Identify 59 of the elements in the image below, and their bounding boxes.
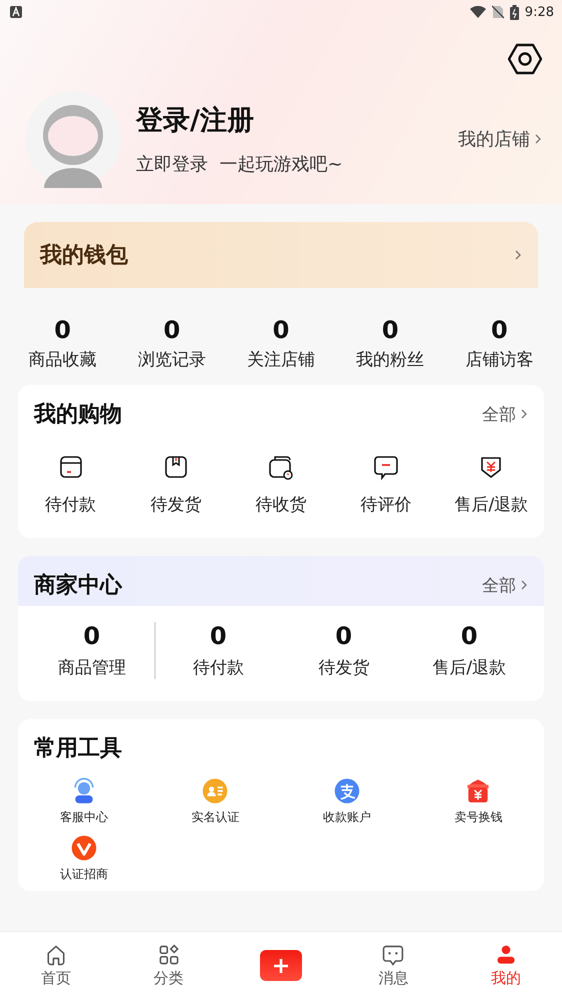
plus-icon: [272, 958, 289, 974]
merchant-count[interactable]: 0: [335, 622, 352, 650]
battery-icon: [510, 4, 519, 20]
section-title: 商家中心: [34, 572, 122, 600]
merchant-count[interactable]: 0: [83, 622, 100, 650]
stat-count[interactable]: 0: [272, 316, 290, 344]
v-badge-icon[interactable]: [70, 834, 98, 862]
order-label[interactable]: 待付款: [45, 493, 96, 516]
publish-button[interactable]: [260, 950, 302, 981]
merchant-label[interactable]: 售后/退款: [432, 656, 506, 679]
stat-count[interactable]: 0: [382, 316, 399, 344]
login-title[interactable]: 登录/注册: [136, 102, 444, 138]
wallet-card[interactable]: 我的钱包: [24, 222, 538, 288]
grid-icon: [156, 943, 181, 967]
chevron-right-icon: [514, 249, 522, 261]
tool-label[interactable]: 客服中心: [60, 809, 108, 826]
order-label[interactable]: 待收货: [255, 493, 306, 516]
tab-item[interactable]: 消息: [337, 932, 450, 999]
chevron-right-icon: [520, 579, 528, 591]
merchant-count[interactable]: 0: [460, 622, 478, 650]
stat-label[interactable]: 我的粉丝: [356, 348, 424, 371]
tool-label[interactable]: 卖号换钱: [454, 809, 502, 826]
tool-label[interactable]: 收款账户: [322, 809, 371, 826]
chevron-right-icon: [520, 408, 528, 420]
order-label[interactable]: 待发货: [150, 493, 202, 516]
tab-item[interactable]: 我的: [450, 932, 562, 999]
comment-icon[interactable]: [372, 453, 400, 481]
tool-label[interactable]: 认证招商: [60, 866, 108, 883]
order-label[interactable]: 售后/退款: [454, 493, 528, 516]
stat-label[interactable]: 关注店铺: [246, 348, 315, 371]
merchant-label[interactable]: 待付款: [192, 656, 244, 679]
merchant-count[interactable]: 0: [210, 622, 227, 650]
tab-item[interactable]: 分类: [112, 932, 225, 999]
stat-label[interactable]: 店铺访客: [465, 348, 534, 371]
chat-icon: [381, 943, 406, 967]
stat-label[interactable]: 商品收藏: [28, 348, 97, 371]
view-all-link[interactable]: 全部: [482, 402, 528, 426]
merchant-label[interactable]: 待发货: [318, 656, 370, 679]
payment-icon[interactable]: [332, 777, 361, 805]
section-title: 常用工具: [34, 735, 122, 763]
order-label[interactable]: 待评价: [360, 493, 412, 516]
merchant-label[interactable]: 商品管理: [58, 656, 126, 679]
stat-count[interactable]: 0: [491, 316, 508, 344]
stat-count[interactable]: 0: [163, 316, 180, 344]
stat-label[interactable]: 浏览记录: [138, 348, 206, 371]
tab-item[interactable]: 首页: [0, 932, 112, 999]
wifi-icon: [470, 6, 486, 18]
section-title: 我的购物: [34, 401, 122, 429]
login-subtitle: 立即登录 一起玩游戏吧~: [136, 153, 344, 176]
tool-label[interactable]: 实名认证: [191, 809, 240, 826]
clock-time: 9:28: [524, 4, 554, 20]
view-all-link[interactable]: 全部: [482, 574, 528, 596]
stat-count[interactable]: 0: [54, 316, 71, 344]
wallet-title: 我的钱包: [40, 242, 128, 270]
settings-icon[interactable]: [508, 43, 542, 75]
chevron-right-icon: [534, 133, 542, 145]
my-shop-link[interactable]: 我的店铺: [458, 127, 542, 151]
keyboard-icon: [10, 6, 22, 18]
no-sim-icon: [492, 5, 504, 19]
